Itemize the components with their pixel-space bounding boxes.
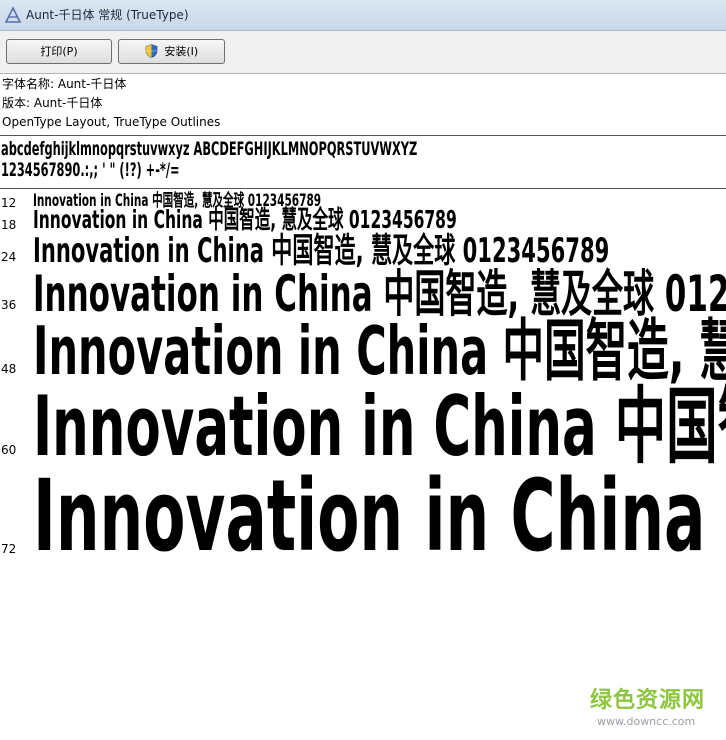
divider bbox=[0, 135, 726, 136]
watermark-brand: 绿色资源网 bbox=[590, 688, 706, 713]
shield-icon bbox=[145, 43, 158, 58]
title-bar: Aunt-千日体 常规 (TrueType) bbox=[0, 0, 726, 31]
font-viewer-icon bbox=[4, 6, 22, 23]
charset-symbols: 1234567890.:,; ' " (!?) +-*/= bbox=[1, 159, 180, 181]
install-button-label: 安装(I) bbox=[164, 45, 199, 58]
window-title: Aunt-千日体 常规 (TrueType) bbox=[26, 8, 189, 22]
install-button[interactable]: 安装(I) bbox=[118, 39, 225, 64]
font-version-line: 版本: Aunt-千日体 bbox=[2, 96, 103, 110]
print-button[interactable]: 打印(P) bbox=[6, 39, 112, 64]
sample-text: Innovation in China 中国智造, 慧及全球 012345678… bbox=[33, 205, 457, 234]
font-type-line: OpenType Layout, TrueType Outlines bbox=[2, 115, 221, 129]
sample-size-label: 18 bbox=[1, 218, 17, 232]
sample-size-label: 24 bbox=[1, 250, 17, 264]
sample-size-label: 48 bbox=[1, 362, 17, 376]
sample-text: Innovation in China 中国智造, 慧及全球 012345678… bbox=[33, 459, 726, 574]
sample-size-label: 12 bbox=[1, 196, 17, 210]
sample-size-label: 36 bbox=[1, 298, 17, 312]
print-button-label: 打印(P) bbox=[40, 45, 78, 58]
divider bbox=[0, 188, 726, 189]
font-name-line: 字体名称: Aunt-千日体 bbox=[2, 77, 127, 91]
charset-letters: abcdefghijklmnopqrstuvwxyz ABCDEFGHIJKLM… bbox=[1, 138, 418, 160]
sample-size-label: 60 bbox=[1, 443, 17, 457]
sample-size-label: 72 bbox=[1, 542, 17, 556]
toolbar: 打印(P) 安装(I) bbox=[0, 31, 726, 74]
sample-text: Innovation in China 中国智造, 慧及全球 012345678… bbox=[33, 312, 726, 390]
watermark-url: www.downcc.com bbox=[597, 715, 696, 728]
